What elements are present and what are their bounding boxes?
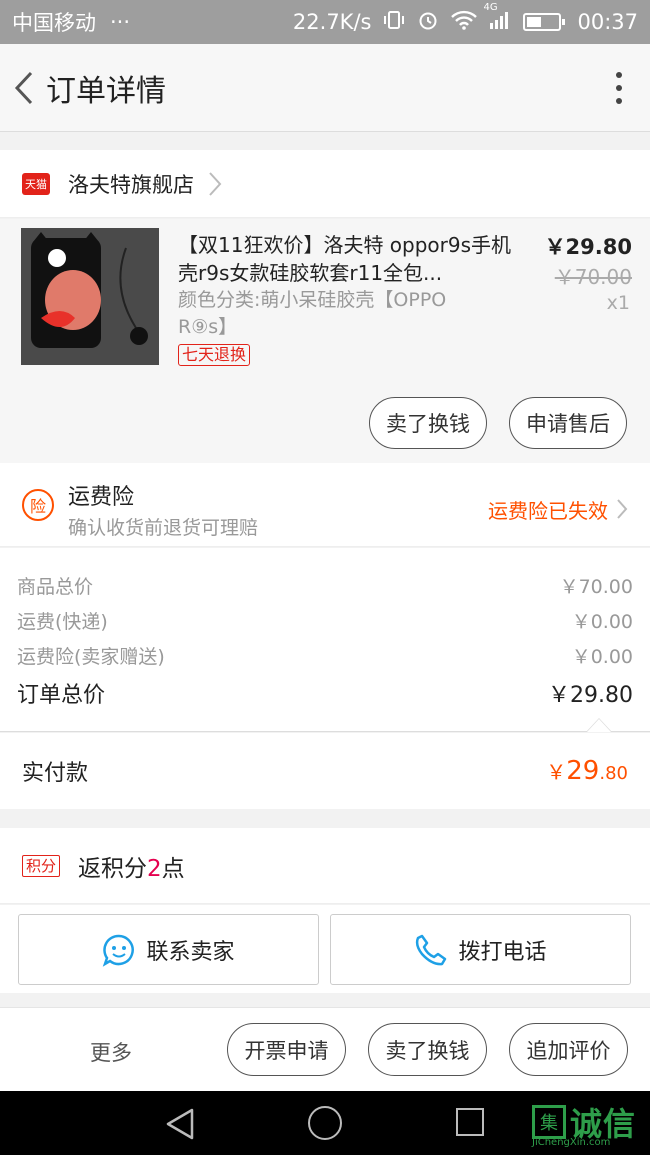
chevron-right-icon	[617, 499, 628, 519]
system-nav-bar: 集 诚信 JiChengXin.com	[0, 1091, 650, 1155]
store-row[interactable]: 天猫 洛夫特旗舰店	[0, 150, 650, 218]
invoice-request-button[interactable]: 开票申请	[227, 1023, 346, 1076]
order-total-label: 订单总价	[17, 683, 106, 708]
tmall-logo: 天猫	[22, 172, 50, 195]
nav-recents-icon[interactable]	[456, 1108, 484, 1136]
contact-section: 联系卖家 拨打电话	[0, 905, 650, 993]
points-row: 积分 返积分2点	[0, 828, 650, 904]
after-sale-button[interactable]: 申请售后	[509, 397, 627, 449]
page-title: 订单详情	[46, 73, 166, 109]
insurance-status: 运费险已失效	[488, 499, 608, 523]
insurance-subtitle: 确认收货前退货可理赔	[68, 517, 259, 539]
actual-payment-amount: ￥29.80	[546, 756, 628, 786]
product-price: ￥29.80	[544, 235, 632, 259]
points-suffix: 点	[161, 855, 185, 882]
store-name: 洛夫特旗舰店	[68, 172, 194, 197]
summary-label: 运费(快递)	[17, 611, 108, 633]
points-prefix: 返积分	[78, 855, 148, 882]
summary-label: 商品总价	[17, 576, 94, 598]
nav-home-icon[interactable]	[308, 1106, 342, 1140]
amount-decimal: .80	[599, 763, 628, 784]
wifi-icon	[451, 10, 478, 35]
points-badge: 积分	[22, 854, 61, 877]
app-header: 订单详情	[0, 44, 650, 132]
amount-integer: 29	[566, 756, 600, 786]
summary-label: 运费险(卖家赠送)	[17, 646, 165, 668]
bottom-action-bar: 更多 开票申请 卖了换钱 追加评价	[0, 1007, 650, 1091]
nav-back-icon[interactable]	[164, 1107, 196, 1141]
sell-again-button[interactable]: 卖了换钱	[368, 1023, 487, 1076]
vibrate-icon	[383, 9, 405, 36]
more-button[interactable]: 更多	[90, 1037, 132, 1067]
phone-icon	[416, 934, 447, 965]
product-card[interactable]: 【双11狂欢价】洛夫特 oppor9s手机壳r9s女款硅胶软套r11全包... …	[0, 219, 650, 463]
alarm-icon	[417, 9, 439, 36]
currency-symbol: ￥	[546, 760, 567, 784]
actual-payment-label: 实付款	[22, 761, 89, 786]
points-count: 2	[147, 855, 162, 882]
product-variant: 颜色分类:萌小呆硅胶壳【OPPO R⑨s】	[178, 289, 447, 338]
insurance-title: 运费险	[68, 485, 135, 510]
carrier-label: 中国移动	[12, 11, 96, 35]
status-bar: 中国移动 ··· 22.7K/s 4G 00:37	[0, 0, 650, 44]
summary-value: ￥70.00	[559, 576, 633, 598]
signal-icon: 4G	[483, 2, 511, 35]
freight-insurance-row[interactable]: 险 运费险 确认收货前退货可理赔 运费险已失效	[0, 463, 650, 547]
chat-face-icon	[103, 934, 135, 967]
back-button[interactable]	[6, 44, 42, 132]
add-review-button[interactable]: 追加评价	[509, 1023, 628, 1076]
call-phone-button[interactable]: 拨打电话	[330, 914, 631, 985]
notification-dots: ···	[110, 10, 131, 34]
clock: 00:37	[577, 10, 638, 34]
summary-value: ￥0.00	[571, 646, 633, 668]
contact-seller-label: 联系卖家	[146, 939, 235, 965]
contact-seller-button[interactable]: 联系卖家	[18, 914, 319, 985]
product-quantity: x1	[606, 292, 630, 314]
call-phone-label: 拨打电话	[458, 939, 547, 965]
sell-button[interactable]: 卖了换钱	[369, 397, 487, 449]
product-title[interactable]: 【双11狂欢价】洛夫特 oppor9s手机壳r9s女款硅胶软套r11全包...	[178, 231, 518, 287]
order-total-row: 订单总价 ￥29.80	[17, 677, 633, 709]
chevron-right-icon	[209, 171, 222, 196]
order-total-value: ￥29.80	[548, 683, 633, 708]
return-policy-badge: 七天退换	[178, 344, 251, 366]
original-price: ￥70.00	[554, 265, 632, 289]
summary-row: 运费(快递) ￥0.00	[17, 607, 633, 634]
insurance-icon: 险	[22, 489, 54, 521]
summary-row: 运费险(卖家赠送) ￥0.00	[17, 642, 633, 669]
watermark-box: 集	[532, 1105, 566, 1139]
product-image[interactable]	[21, 228, 159, 365]
points-text: 返积分2点	[78, 849, 185, 883]
network-type: 4G	[483, 1, 498, 13]
network-speed: 22.7K/s	[292, 10, 372, 34]
watermark-url: JiChengXin.com	[532, 1137, 611, 1148]
summary-value: ￥0.00	[571, 611, 633, 633]
actual-payment-row: 实付款 ￥29.80	[0, 733, 650, 809]
battery-icon	[523, 13, 566, 31]
more-menu-icon[interactable]	[616, 71, 622, 104]
summary-row: 商品总价 ￥70.00	[17, 572, 633, 599]
notch-divider	[586, 718, 612, 732]
chevron-left-icon	[14, 71, 33, 104]
price-summary: 商品总价 ￥70.00 运费(快递) ￥0.00 运费险(卖家赠送) ￥0.00…	[0, 548, 650, 732]
